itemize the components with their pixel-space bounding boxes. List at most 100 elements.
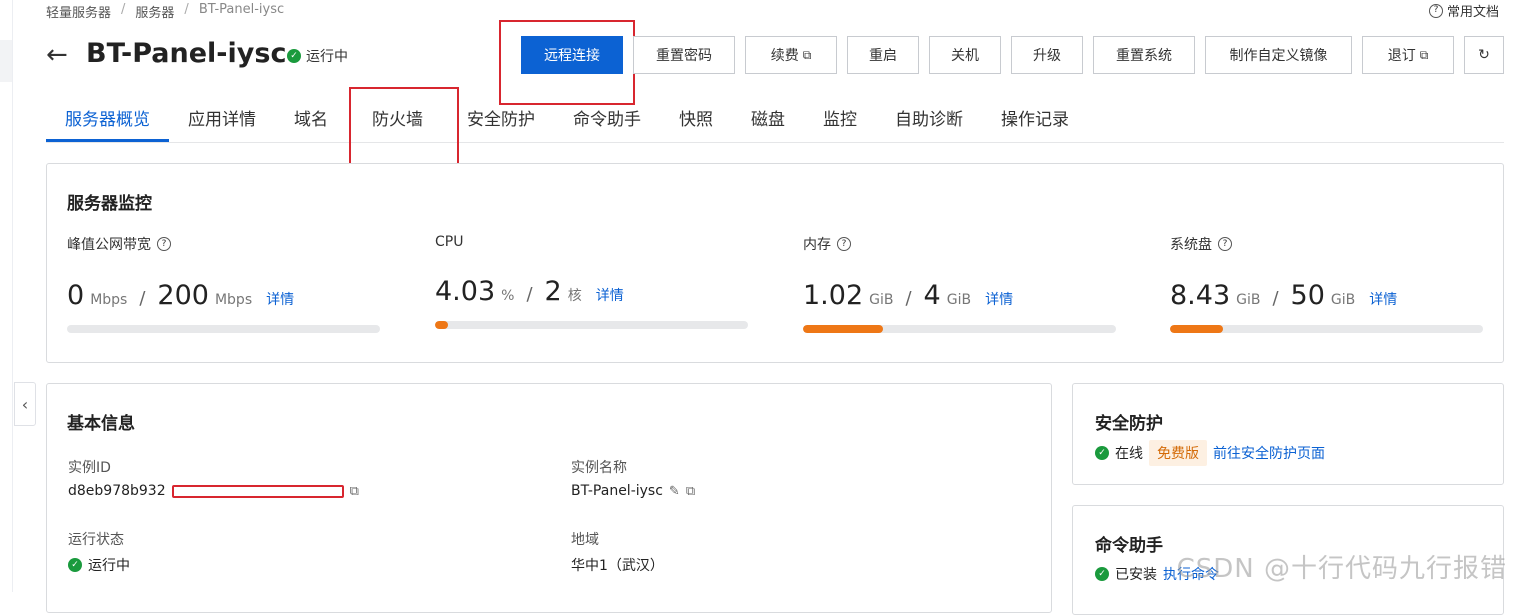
free-edition-tag: 免费版 (1149, 440, 1207, 466)
metric-total: 2 (544, 276, 562, 307)
question-icon: ? (1428, 3, 1443, 18)
metric-values: 4.03 % / 2 核 详情 (435, 276, 748, 307)
instance-name-label: 实例名称 (571, 460, 627, 476)
reset-password-label: 重置密码 (656, 48, 712, 64)
status-label: 运行中 (306, 49, 348, 65)
upgrade-button[interactable]: 升级 (1011, 36, 1083, 74)
external-link-icon: ⧉ (802, 47, 812, 62)
metric-label-text: 内存 (803, 237, 831, 253)
shutdown-button[interactable]: 关机 (929, 36, 1001, 74)
edit-icon[interactable]: ✎ (669, 484, 680, 499)
metric-label: 峰值公网带宽 ? (67, 234, 380, 254)
reset-password-button[interactable]: 重置密码 (633, 36, 735, 74)
metric-used: 0 (67, 280, 85, 311)
metric-values: 0 Mbps / 200 Mbps 详情 (67, 280, 380, 311)
check-circle-icon: ✓ (1095, 567, 1109, 581)
collapse-sidebar-button[interactable]: ‹ (14, 382, 36, 426)
question-icon[interactable]: ? (837, 237, 851, 251)
run-state-row: ✓ 运行中 (68, 555, 130, 575)
metric-label: CPU (435, 234, 748, 250)
metric-used-unit: GiB (869, 292, 894, 308)
basic-info-title: 基本信息 (67, 414, 135, 434)
refresh-icon: ↻ (1478, 47, 1490, 63)
breadcrumb-separator: / (121, 2, 126, 17)
security-title: 安全防护 (1095, 414, 1163, 434)
metric-progress-fill (803, 325, 883, 333)
redaction-mark (171, 484, 344, 498)
metric-used-unit: % (501, 288, 515, 304)
make-custom-image-button[interactable]: 制作自定义镜像 (1205, 36, 1352, 74)
metric-values: 8.43 GiB / 50 GiB 详情 (1170, 280, 1483, 311)
reset-system-label: 重置系统 (1116, 48, 1172, 64)
tab-snapshot[interactable]: 快照 (660, 98, 732, 142)
copy-icon[interactable]: ⧉ (350, 484, 359, 499)
metric-progress-fill (1170, 325, 1223, 333)
tab-divider (46, 142, 1504, 143)
metric-detail-link[interactable]: 详情 (985, 289, 1013, 309)
side-nav-stub (0, 40, 12, 82)
breadcrumb-item-servers[interactable]: 服务器 (135, 2, 174, 21)
metric-used-unit: Mbps (90, 292, 128, 308)
breadcrumb-item-lightweight[interactable]: 轻量服务器 (46, 2, 111, 21)
metric-label-text: 峰值公网带宽 (67, 237, 151, 253)
copy-icon[interactable]: ⧉ (686, 484, 695, 499)
metric-progress-bar (1170, 325, 1483, 333)
tab-overview[interactable]: 服务器概览 (46, 98, 169, 142)
metric-label: 内存 ? (803, 234, 1116, 254)
metric-detail-link[interactable]: 详情 (596, 285, 624, 305)
security-state: 在线 (1115, 446, 1143, 462)
monitor-title: 服务器监控 (67, 194, 152, 214)
metric-bandwidth: 峰值公网带宽 ? 0 Mbps / 200 Mbps 详情 (67, 234, 380, 333)
instance-id-label: 实例ID (68, 460, 111, 476)
tab-security[interactable]: 安全防护 (448, 98, 554, 142)
question-icon[interactable]: ? (1218, 237, 1232, 251)
tab-disk[interactable]: 磁盘 (732, 98, 804, 142)
breadcrumb: 轻量服务器 / 服务器 / BT-Panel-iysc (46, 2, 284, 21)
tab-self-diagnosis[interactable]: 自助诊断 (876, 98, 982, 142)
restart-button[interactable]: 重启 (847, 36, 919, 74)
security-card: 安全防护 ✓ 在线 免费版 前往安全防护页面 (1072, 383, 1504, 485)
renew-button[interactable]: 续费 ⧉ (745, 36, 837, 74)
reset-system-button[interactable]: 重置系统 (1093, 36, 1195, 74)
breadcrumb-item-current: BT-Panel-iysc (198, 2, 285, 17)
back-arrow-icon[interactable]: ← (46, 40, 68, 70)
help-docs-link[interactable]: ? 常用文档 (1428, 1, 1499, 20)
annotation-box-firewall (349, 87, 459, 169)
basic-info-card: 基本信息 实例ID d8eb978b932 ⧉ 实例名称 BT-Panel-iy… (46, 383, 1052, 613)
metric-progress-fill (435, 321, 448, 329)
metric-used: 8.43 (1170, 280, 1231, 311)
run-state-label: 运行状态 (68, 532, 124, 548)
tab-command-helper[interactable]: 命令助手 (554, 98, 660, 142)
instance-id-row: d8eb978b932 ⧉ (68, 483, 359, 499)
refresh-button[interactable]: ↻ (1464, 36, 1504, 74)
tab-domain[interactable]: 域名 (275, 98, 347, 142)
check-circle-icon: ✓ (1095, 446, 1109, 460)
question-icon[interactable]: ? (157, 237, 171, 251)
region-value: 华中1（武汉） (571, 558, 664, 574)
tab-bar: 服务器概览 应用详情 域名 防火墙 安全防护 命令助手 快照 磁盘 监控 自助诊… (46, 98, 1088, 142)
instance-name-value: BT-Panel-iysc (571, 483, 663, 499)
security-status-row: ✓ 在线 免费版 前往安全防护页面 (1095, 440, 1325, 466)
chevron-left-icon: ‹ (21, 394, 29, 414)
metric-detail-link[interactable]: 详情 (266, 289, 294, 309)
check-circle-icon: ✓ (287, 49, 301, 63)
shutdown-label: 关机 (951, 48, 979, 64)
status-badge: ✓ 运行中 (287, 46, 348, 66)
tab-operation-log[interactable]: 操作记录 (982, 98, 1088, 142)
tab-app-details[interactable]: 应用详情 (169, 98, 275, 142)
annotation-box-remote-connect (499, 20, 635, 105)
metric-progress-bar (67, 325, 380, 333)
tab-monitor[interactable]: 监控 (804, 98, 876, 142)
metric-slash: / (905, 288, 912, 309)
metric-total: 50 (1290, 280, 1325, 311)
refund-label: 退订 (1387, 48, 1416, 64)
metric-detail-link[interactable]: 详情 (1369, 289, 1397, 309)
metric-slash: / (1272, 288, 1279, 309)
page-title: BT-Panel-iysc (86, 38, 287, 69)
breadcrumb-separator: / (184, 2, 189, 17)
metric-cpu: CPU 4.03 % / 2 核 详情 (435, 234, 748, 329)
security-page-link[interactable]: 前往安全防护页面 (1213, 443, 1325, 463)
metric-total: 200 (157, 280, 209, 311)
metric-total-unit: GiB (1330, 292, 1356, 308)
refund-button[interactable]: 退订 ⧉ (1362, 36, 1454, 74)
